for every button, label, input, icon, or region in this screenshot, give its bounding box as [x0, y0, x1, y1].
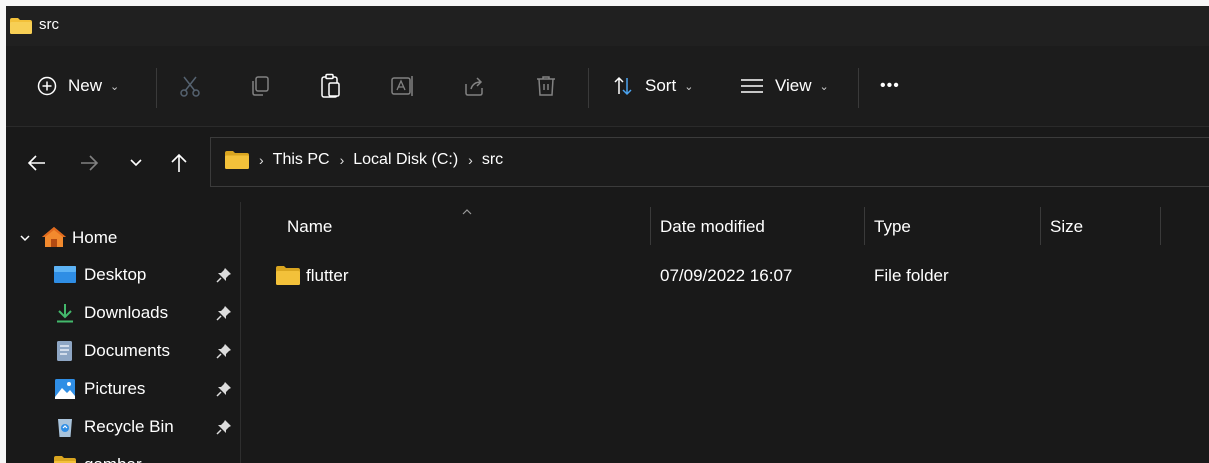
sort-button[interactable]: Sort ⌄	[611, 68, 693, 104]
folder-icon	[54, 456, 76, 463]
share-button[interactable]	[462, 68, 486, 104]
breadcrumb-this-pc[interactable]: This PC	[273, 151, 330, 169]
file-list-pane: Name Date modified Type Size flutter 07/…	[241, 199, 1209, 463]
breadcrumb-local-disk[interactable]: Local Disk (C:)	[353, 151, 458, 169]
sidebar-item-documents[interactable]: Documents	[6, 333, 240, 369]
more-options-button[interactable]: •••	[880, 68, 900, 104]
toolbar-divider	[156, 68, 157, 108]
toolbar-divider	[858, 68, 859, 108]
sort-label: Sort	[645, 76, 677, 95]
copy-icon	[252, 76, 269, 96]
desktop-icon	[54, 266, 76, 283]
file-date-modified: 07/09/2022 16:07	[660, 266, 793, 285]
column-divider[interactable]	[650, 207, 651, 245]
sort-ascending-icon	[462, 209, 472, 215]
pin-icon	[216, 268, 231, 283]
sort-icon	[614, 76, 632, 96]
arrow-right-icon	[81, 155, 99, 171]
breadcrumb: › This PC › Local Disk (C:) › src	[225, 151, 503, 169]
plus-circle-icon	[37, 76, 57, 96]
sidebar-item-gambar[interactable]: gambar	[6, 447, 240, 463]
sidebar-item-home[interactable]: Home	[6, 219, 240, 255]
column-divider[interactable]	[864, 207, 865, 245]
back-button[interactable]	[22, 148, 52, 178]
sidebar-item-label: Home	[72, 228, 118, 247]
column-header-label: Date modified	[660, 217, 765, 236]
share-icon	[465, 77, 483, 96]
toolbar-divider	[588, 68, 589, 108]
recent-locations-button[interactable]	[121, 148, 151, 178]
command-bar: New ⌄ Sort ⌄ View ⌄ •••	[6, 46, 1209, 127]
sidebar-item-recycle-bin[interactable]: Recycle Bin	[6, 409, 240, 445]
document-icon	[57, 341, 72, 361]
navigation-bar: › This PC › Local Disk (C:) › src	[6, 127, 1209, 199]
new-label: New	[68, 76, 103, 95]
view-list-icon	[741, 79, 763, 93]
column-header-type[interactable]: Type	[874, 207, 911, 247]
delete-button[interactable]	[534, 68, 558, 104]
pictures-icon	[55, 379, 75, 399]
file-type: File folder	[874, 266, 949, 285]
breadcrumb-src[interactable]: src	[482, 151, 503, 169]
column-header-name[interactable]: Name	[287, 207, 332, 247]
pin-icon	[216, 382, 231, 397]
folder-icon	[10, 18, 32, 34]
delete-icon	[537, 76, 555, 96]
up-button[interactable]	[164, 148, 194, 178]
view-label: View	[775, 76, 812, 95]
forward-button[interactable]	[74, 148, 104, 178]
file-explorer-window: src New ⌄ Sort ⌄ View ⌄ ••• › This PC › …	[6, 6, 1209, 463]
title-bar: src	[6, 6, 1209, 46]
table-row[interactable]: flutter 07/09/2022 16:07 File folder	[261, 257, 1191, 293]
breadcrumb-separator: ›	[339, 152, 345, 168]
folder-icon	[276, 266, 300, 285]
pin-icon	[216, 420, 231, 435]
sidebar-item-label: Desktop	[84, 265, 147, 284]
paste-icon	[321, 73, 340, 98]
breadcrumb-separator: ›	[259, 152, 264, 168]
view-button[interactable]: View ⌄	[739, 68, 829, 104]
file-name: flutter	[306, 266, 349, 285]
home-icon	[42, 227, 66, 247]
pin-icon	[216, 344, 231, 359]
column-header-label: Type	[874, 217, 911, 236]
chevron-down-icon	[130, 159, 142, 167]
cut-icon	[180, 76, 200, 97]
folder-icon	[225, 151, 249, 169]
more-icon: •••	[880, 77, 900, 94]
column-header-label: Name	[287, 217, 333, 236]
chevron-down-icon: ⌄	[819, 80, 829, 93]
sidebar-item-label: Documents	[84, 341, 170, 360]
address-bar[interactable]: › This PC › Local Disk (C:) › src	[210, 137, 1209, 187]
column-divider[interactable]	[1160, 207, 1161, 245]
download-icon	[57, 304, 73, 323]
navigation-pane: Home Desktop Downloads Documents Picture…	[6, 199, 240, 463]
chevron-down-icon	[20, 235, 30, 242]
chevron-down-icon: ⌄	[684, 80, 694, 93]
sidebar-item-pictures[interactable]: Pictures	[6, 371, 240, 407]
column-header-size[interactable]: Size	[1050, 207, 1083, 247]
recycle-bin-icon	[58, 419, 72, 437]
paste-button[interactable]	[319, 68, 343, 104]
new-button[interactable]: New ⌄	[36, 68, 119, 104]
rename-icon	[391, 76, 413, 96]
sidebar-item-label: gambar	[84, 455, 142, 463]
column-divider[interactable]	[1040, 207, 1041, 245]
cut-button[interactable]	[178, 68, 202, 104]
arrow-up-icon	[171, 153, 187, 172]
sidebar-item-downloads[interactable]: Downloads	[6, 295, 240, 331]
window-title: src	[39, 16, 59, 33]
sidebar-item-label: Recycle Bin	[84, 417, 174, 436]
column-header-date-modified[interactable]: Date modified	[660, 207, 765, 247]
pin-icon	[216, 306, 231, 321]
chevron-down-icon: ⌄	[110, 80, 120, 93]
copy-button[interactable]	[248, 68, 272, 104]
sidebar-item-label: Downloads	[84, 303, 169, 322]
sidebar-item-desktop[interactable]: Desktop	[6, 257, 240, 293]
arrow-left-icon	[27, 155, 45, 171]
rename-button[interactable]	[390, 68, 416, 104]
column-header-label: Size	[1050, 217, 1084, 236]
breadcrumb-separator: ›	[468, 152, 473, 168]
sidebar-item-label: Pictures	[84, 379, 146, 398]
